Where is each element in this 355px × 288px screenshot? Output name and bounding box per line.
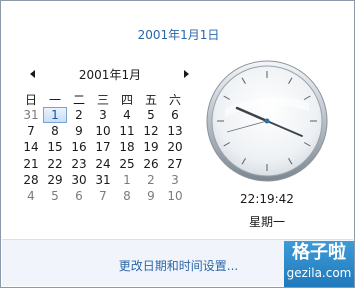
calendar-day[interactable]: 13 (163, 123, 187, 139)
weekday-label: 日 (24, 93, 37, 107)
weekday-header-row: 日 一 二 三 四 五 六 (19, 91, 201, 107)
calendar-day[interactable]: 30 (67, 172, 91, 188)
calendar-day[interactable]: 18 (115, 139, 139, 155)
weekday-label: 六 (168, 93, 181, 107)
calendar-day[interactable]: 20 (163, 139, 187, 155)
weekday-label: 三 (96, 93, 109, 107)
watermark-title: 格子啦 (292, 242, 346, 263)
calendar-header: 2001年1月 (19, 65, 201, 83)
calendar-day[interactable]: 23 (67, 156, 91, 172)
calendar-day[interactable]: 25 (115, 156, 139, 172)
month-year-label[interactable]: 2001年1月 (19, 66, 201, 83)
date-time-flyout: 2001年1月1日 2001年1月 日 一 二 三 四 五 六 31 1 2 3… (0, 0, 355, 288)
weekday-name: 星期一 (248, 215, 285, 229)
calendar-day[interactable]: 9 (67, 123, 91, 139)
full-date-link[interactable]: 2001年1月1日 (1, 26, 355, 43)
calendar-day[interactable]: 19 (139, 139, 163, 155)
analog-clock (206, 60, 328, 182)
calendar-day[interactable]: 6 (163, 107, 187, 123)
calendar-day-selected[interactable]: 1 (43, 107, 67, 123)
calendar-day[interactable]: 26 (139, 156, 163, 172)
calendar-day-other-month[interactable]: 4 (19, 188, 43, 204)
calendar: 2001年1月 日 一 二 三 四 五 六 31 1 2 3 4 5 6 7 8… (19, 65, 201, 204)
calendar-day[interactable]: 21 (19, 156, 43, 172)
next-month-button[interactable] (180, 67, 192, 81)
calendar-day[interactable]: 5 (139, 107, 163, 123)
weekday-label: 二 (72, 93, 85, 107)
calendar-day-other-month[interactable]: 6 (67, 188, 91, 204)
calendar-day[interactable]: 15 (43, 139, 67, 155)
calendar-day-other-month[interactable]: 2 (139, 172, 163, 188)
calendar-day[interactable]: 3 (91, 107, 115, 123)
calendar-day-other-month[interactable]: 5 (43, 188, 67, 204)
calendar-day[interactable]: 11 (115, 123, 139, 139)
calendar-day[interactable]: 28 (19, 172, 43, 188)
calendar-week-row: 21 22 23 24 25 26 27 (19, 156, 201, 172)
calendar-day[interactable]: 2 (67, 107, 91, 123)
calendar-day-other-month[interactable]: 7 (91, 188, 115, 204)
triangle-right-icon (184, 70, 189, 78)
calendar-week-row: 31 1 2 3 4 5 6 (19, 107, 201, 123)
calendar-day-other-month[interactable]: 1 (115, 172, 139, 188)
calendar-day[interactable]: 24 (91, 156, 115, 172)
calendar-day-other-month[interactable]: 9 (139, 188, 163, 204)
watermark-domain: gezila.com (286, 266, 352, 280)
clock-center-pin (264, 118, 270, 124)
calendar-day[interactable]: 7 (19, 123, 43, 139)
calendar-week-row: 7 8 9 10 11 12 13 (19, 123, 201, 139)
calendar-day-other-month[interactable]: 3 (163, 172, 187, 188)
calendar-day[interactable]: 10 (91, 123, 115, 139)
calendar-day-other-month[interactable]: 8 (115, 188, 139, 204)
calendar-week-row: 14 15 16 17 18 19 20 (19, 139, 201, 155)
calendar-week-row: 4 5 6 7 8 9 10 (19, 188, 201, 204)
calendar-day-other-month[interactable]: 31 (19, 107, 43, 123)
calendar-day-other-month[interactable]: 10 (163, 188, 187, 204)
calendar-day[interactable]: 29 (43, 172, 67, 188)
calendar-week-row: 28 29 30 31 1 2 3 (19, 172, 201, 188)
weekday-label: 五 (144, 93, 157, 107)
site-watermark: 格子啦 gezila.com (284, 241, 354, 287)
digital-time: 22:19:42 (240, 192, 294, 206)
calendar-day[interactable]: 12 (139, 123, 163, 139)
calendar-day[interactable]: 14 (19, 139, 43, 155)
calendar-day[interactable]: 17 (91, 139, 115, 155)
weekday-label: 一 (48, 93, 61, 107)
weekday-label: 四 (120, 93, 133, 107)
calendar-day[interactable]: 27 (163, 156, 187, 172)
calendar-day[interactable]: 8 (43, 123, 67, 139)
calendar-day[interactable]: 16 (67, 139, 91, 155)
calendar-day[interactable]: 31 (91, 172, 115, 188)
calendar-day[interactable]: 4 (115, 107, 139, 123)
calendar-day[interactable]: 22 (43, 156, 67, 172)
